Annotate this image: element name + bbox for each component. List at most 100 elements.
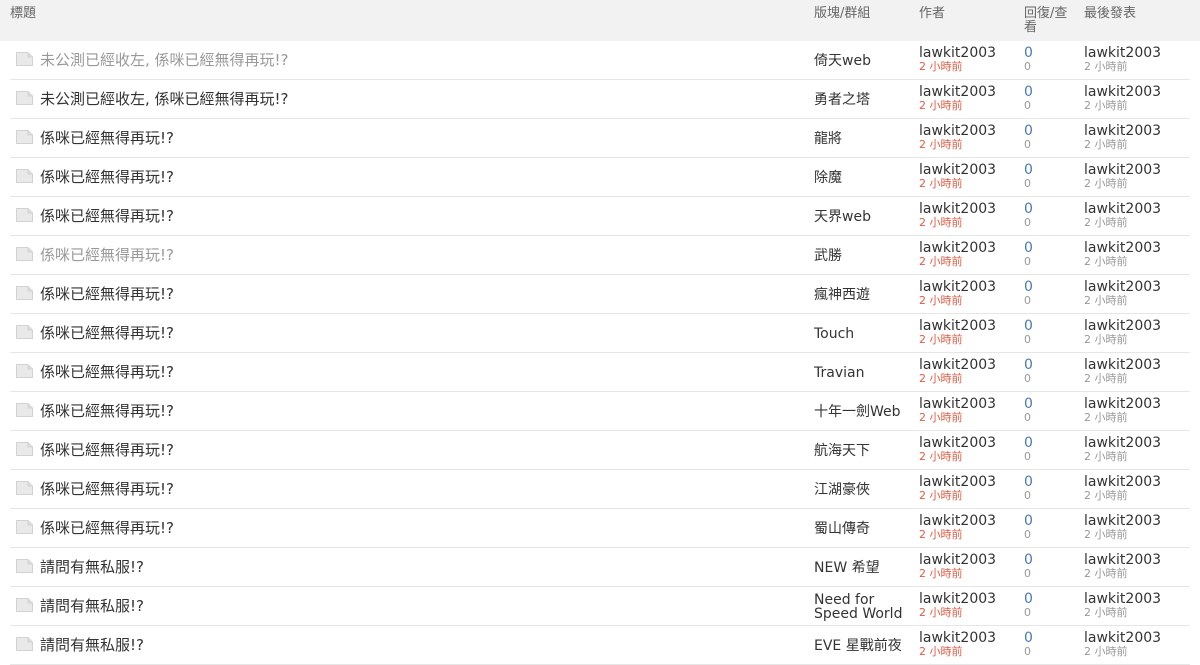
thread-reply-count[interactable]: 0 — [1024, 552, 1033, 568]
header-author[interactable]: 作者 — [919, 7, 945, 21]
thread-forum-link[interactable]: Need for Speed World — [814, 587, 914, 626]
thread-last-poster[interactable]: lawkit2003 — [1084, 552, 1161, 568]
thread-last-poster[interactable]: lawkit2003 — [1084, 513, 1161, 529]
thread-title[interactable]: 係咪已經無得再玩!? — [40, 275, 174, 314]
thread-reply-count[interactable]: 0 — [1024, 318, 1033, 334]
thread-reply-count[interactable]: 0 — [1024, 591, 1033, 607]
header-last-post[interactable]: 最後發表 — [1084, 7, 1136, 21]
thread-reply-count[interactable]: 0 — [1024, 123, 1033, 139]
thread-title[interactable]: 未公測已經收左, 係咪已經無得再玩!? — [40, 80, 289, 119]
thread-last-poster[interactable]: lawkit2003 — [1084, 45, 1161, 61]
thread-title[interactable]: 係咪已經無得再玩!? — [40, 431, 174, 470]
thread-reply-count[interactable]: 0 — [1024, 396, 1033, 412]
thread-last-poster[interactable]: lawkit2003 — [1084, 123, 1161, 139]
thread-forum-link[interactable]: 天界web — [814, 197, 914, 236]
thread-reply-count[interactable]: 0 — [1024, 513, 1033, 529]
thread-author-link[interactable]: lawkit2003 — [919, 630, 996, 646]
thread-forum-link[interactable]: NEW 希望 — [814, 548, 914, 587]
thread-last-poster[interactable]: lawkit2003 — [1084, 435, 1161, 451]
thread-last-post-time[interactable]: 2 小時前 — [1084, 334, 1128, 346]
thread-title[interactable]: 係咪已經無得再玩!? — [40, 509, 174, 548]
thread-forum-link[interactable]: 龍將 — [814, 119, 914, 158]
thread-last-poster[interactable]: lawkit2003 — [1084, 84, 1161, 100]
thread-title[interactable]: 係咪已經無得再玩!? — [40, 158, 174, 197]
thread-reply-count[interactable]: 0 — [1024, 162, 1033, 178]
thread-last-poster[interactable]: lawkit2003 — [1084, 162, 1161, 178]
thread-forum-link[interactable]: 十年一劍Web — [814, 392, 914, 431]
thread-reply-count[interactable]: 0 — [1024, 279, 1033, 295]
header-title[interactable]: 標題 — [10, 7, 36, 21]
thread-author-link[interactable]: lawkit2003 — [919, 45, 996, 61]
thread-reply-count[interactable]: 0 — [1024, 45, 1033, 61]
thread-forum-link[interactable]: 勇者之塔 — [814, 80, 914, 119]
thread-author-link[interactable]: lawkit2003 — [919, 396, 996, 412]
thread-title[interactable]: 係咪已經無得再玩!? — [40, 392, 174, 431]
thread-last-post-time[interactable]: 2 小時前 — [1084, 607, 1128, 619]
thread-last-post-time[interactable]: 2 小時前 — [1084, 451, 1128, 463]
thread-title[interactable]: 係咪已經無得再玩!? — [40, 236, 174, 275]
thread-last-post-time[interactable]: 2 小時前 — [1084, 178, 1128, 190]
thread-title[interactable]: 係咪已經無得再玩!? — [40, 470, 174, 509]
thread-author-link[interactable]: lawkit2003 — [919, 318, 996, 334]
thread-last-post-time[interactable]: 2 小時前 — [1084, 256, 1128, 268]
thread-last-post-time[interactable]: 2 小時前 — [1084, 100, 1128, 112]
thread-author-link[interactable]: lawkit2003 — [919, 357, 996, 373]
thread-last-poster[interactable]: lawkit2003 — [1084, 357, 1161, 373]
thread-last-poster[interactable]: lawkit2003 — [1084, 396, 1161, 412]
thread-last-post-time[interactable]: 2 小時前 — [1084, 568, 1128, 580]
thread-last-post-time[interactable]: 2 小時前 — [1084, 295, 1128, 307]
thread-title[interactable]: 係咪已經無得再玩!? — [40, 119, 174, 158]
thread-forum-link[interactable]: 瘋神西遊 — [814, 275, 914, 314]
thread-forum-link[interactable]: Travian — [814, 353, 914, 392]
thread-reply-count[interactable]: 0 — [1024, 630, 1033, 646]
thread-title[interactable]: 係咪已經無得再玩!? — [40, 197, 174, 236]
thread-last-post-time[interactable]: 2 小時前 — [1084, 139, 1128, 151]
thread-last-poster[interactable]: lawkit2003 — [1084, 279, 1161, 295]
thread-reply-count[interactable]: 0 — [1024, 474, 1033, 490]
thread-title[interactable]: 係咪已經無得再玩!? — [40, 353, 174, 392]
thread-author-link[interactable]: lawkit2003 — [919, 123, 996, 139]
thread-author-link[interactable]: lawkit2003 — [919, 513, 996, 529]
thread-reply-count[interactable]: 0 — [1024, 201, 1033, 217]
thread-forum-link[interactable]: EVE 星戰前夜 — [814, 626, 914, 665]
thread-last-post-time[interactable]: 2 小時前 — [1084, 61, 1128, 73]
thread-last-poster[interactable]: lawkit2003 — [1084, 474, 1161, 490]
thread-forum-link[interactable]: 倚天web — [814, 41, 914, 80]
thread-author-link[interactable]: lawkit2003 — [919, 84, 996, 100]
header-stats[interactable]: 回復/查看 — [1024, 7, 1076, 35]
thread-forum-link[interactable]: 航海天下 — [814, 431, 914, 470]
thread-forum-link[interactable]: 蜀山傳奇 — [814, 509, 914, 548]
thread-last-poster[interactable]: lawkit2003 — [1084, 591, 1161, 607]
thread-last-post-time[interactable]: 2 小時前 — [1084, 217, 1128, 229]
thread-forum-link[interactable]: 江湖豪俠 — [814, 470, 914, 509]
thread-last-poster[interactable]: lawkit2003 — [1084, 630, 1161, 646]
thread-last-post-time[interactable]: 2 小時前 — [1084, 646, 1128, 658]
thread-forum-link[interactable]: Touch — [814, 314, 914, 353]
thread-last-poster[interactable]: lawkit2003 — [1084, 318, 1161, 334]
thread-author-link[interactable]: lawkit2003 — [919, 591, 996, 607]
thread-author-link[interactable]: lawkit2003 — [919, 162, 996, 178]
thread-author-link[interactable]: lawkit2003 — [919, 279, 996, 295]
thread-last-post-time[interactable]: 2 小時前 — [1084, 490, 1128, 502]
thread-reply-count[interactable]: 0 — [1024, 240, 1033, 256]
thread-last-poster[interactable]: lawkit2003 — [1084, 240, 1161, 256]
thread-title[interactable]: 未公測已經收左, 係咪已經無得再玩!? — [40, 41, 289, 80]
thread-author-link[interactable]: lawkit2003 — [919, 552, 996, 568]
thread-author-link[interactable]: lawkit2003 — [919, 240, 996, 256]
thread-last-post-time[interactable]: 2 小時前 — [1084, 373, 1128, 385]
thread-author-link[interactable]: lawkit2003 — [919, 201, 996, 217]
thread-last-post-time[interactable]: 2 小時前 — [1084, 412, 1128, 424]
thread-title[interactable]: 請問有無私服!? — [40, 587, 144, 626]
thread-author-link[interactable]: lawkit2003 — [919, 474, 996, 490]
thread-reply-count[interactable]: 0 — [1024, 84, 1033, 100]
thread-last-post-time[interactable]: 2 小時前 — [1084, 529, 1128, 541]
header-forum[interactable]: 版塊/群組 — [814, 7, 870, 21]
thread-forum-link[interactable]: 武勝 — [814, 236, 914, 275]
thread-author-link[interactable]: lawkit2003 — [919, 435, 996, 451]
thread-title[interactable]: 請問有無私服!? — [40, 548, 144, 587]
thread-forum-link[interactable]: 除魔 — [814, 158, 914, 197]
thread-title[interactable]: 請問有無私服!? — [40, 626, 144, 665]
thread-title[interactable]: 係咪已經無得再玩!? — [40, 314, 174, 353]
thread-reply-count[interactable]: 0 — [1024, 357, 1033, 373]
thread-reply-count[interactable]: 0 — [1024, 435, 1033, 451]
